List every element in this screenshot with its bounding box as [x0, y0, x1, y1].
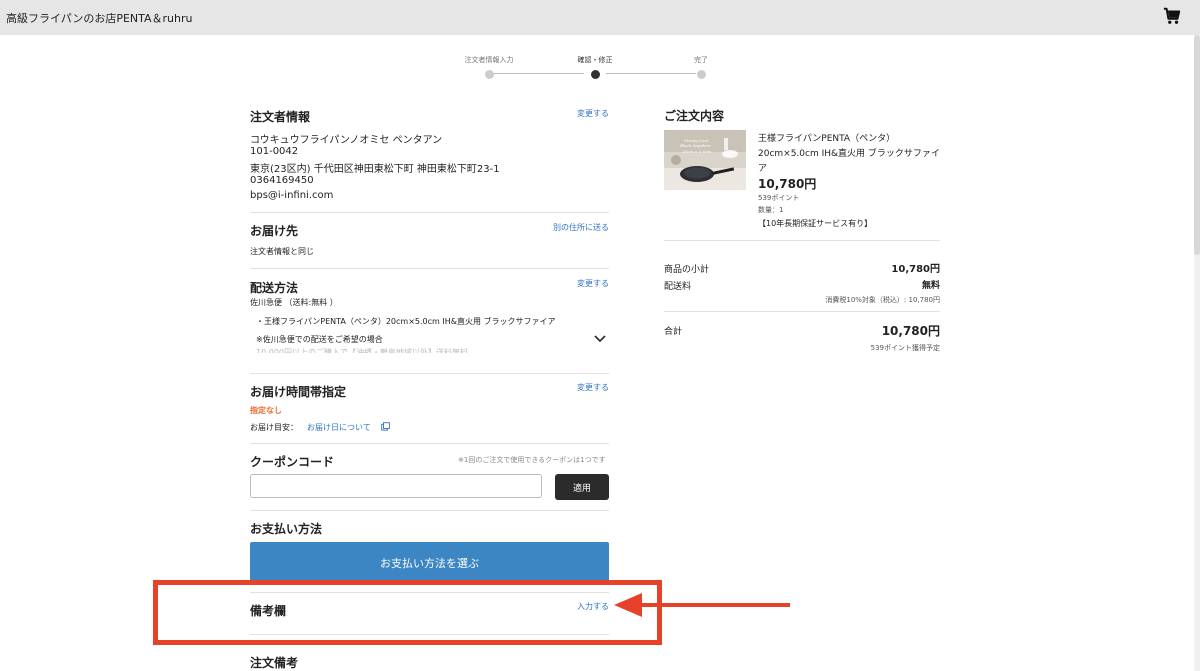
tax-note: 消費税10%対象（税込）: 10,780円	[825, 296, 940, 304]
cart-icon[interactable]	[1163, 7, 1181, 25]
product-thumbnail[interactable]: Strong Love Black Sapphire 20cm × 5.0cm	[664, 130, 746, 190]
thumb-caption-3: 20cm × 5.0cm	[682, 149, 712, 154]
scrollbar-thumb[interactable]	[1194, 35, 1200, 255]
shipping-change-link[interactable]: 変更する	[577, 278, 609, 289]
top-header: 高級フライパンのお店PENTA＆ruhru	[0, 0, 1200, 35]
shop-name[interactable]: 高級フライパンのお店PENTA＆ruhru	[6, 10, 193, 26]
product-price: 10,780円	[758, 177, 817, 191]
step-complete: 完了	[651, 55, 751, 79]
product-points: 539ポイント	[758, 194, 800, 202]
annotation-arrow-icon	[614, 593, 790, 617]
shipping-fee-label: 配送料	[664, 282, 692, 292]
step-dot-active	[590, 70, 600, 79]
coupon-apply-button[interactable]: 適用	[555, 474, 609, 500]
order-summary-title: ご注文内容	[664, 109, 725, 123]
step-order-info: 注文者情報入力	[439, 55, 539, 79]
step-dot	[484, 70, 494, 79]
divider	[664, 240, 940, 241]
subtotal-label: 商品の小計	[664, 265, 710, 275]
shipping-fee-value: 無料	[921, 281, 940, 291]
product-name-line1[interactable]: 王様フライパンPENTA（ペンタ）	[758, 131, 895, 144]
annotation-highlight-box	[153, 580, 662, 645]
shipping-note: ※佐川急便での配送をご希望の場合	[256, 335, 383, 344]
delivery-guide-label: お届け目安：	[250, 423, 298, 432]
step-confirm: 確認・修正	[545, 55, 645, 79]
divider	[250, 212, 609, 213]
coupon-note: ※1回のご注文で使用できるクーポンは1つです	[458, 456, 606, 464]
subtotal-value: 10,780円	[891, 264, 940, 275]
product-name-line2[interactable]: 20cm×5.0cm IH&直火用 ブラックサファイ	[758, 146, 940, 159]
orderer-name: コウキュウフライパンノオミセ ペンタアン	[250, 135, 443, 146]
delivery-time-change-link[interactable]: 変更する	[577, 382, 609, 393]
total-label: 合計	[664, 327, 683, 337]
chevron-down-icon[interactable]	[594, 334, 606, 344]
step-dot	[696, 70, 706, 79]
shipping-method: 佐川急便 （送料:無料 ）	[250, 298, 338, 307]
step-label: 完了	[694, 56, 708, 64]
coupon-title: クーポンコード	[250, 455, 335, 469]
delivery-time-title: お届け時間帯指定	[250, 385, 347, 399]
divider	[250, 443, 609, 444]
divider	[250, 373, 609, 374]
shipping-note-faded: 10,000円以上のご購入で【沖縄・離島地域以外】送料無料	[256, 348, 468, 353]
orderer-postal: 101-0042	[250, 146, 299, 157]
orderer-email: bps@i-infini.com	[250, 190, 334, 201]
orderer-title: 注文者情報	[250, 110, 311, 124]
points-earned: 539ポイント獲得予定	[870, 344, 940, 352]
product-warranty: 【10年長期保証サービス有り】	[758, 219, 873, 228]
external-link-icon[interactable]	[381, 422, 390, 431]
delivery-guide-link[interactable]: お届け日について	[307, 422, 371, 433]
product-quantity: 数量：1	[758, 206, 784, 214]
delivery-time-value: 指定なし	[250, 406, 282, 415]
divider	[250, 268, 609, 269]
delivery-address-value: 注文者情報と同じ	[250, 247, 314, 256]
step-label: 注文者情報入力	[464, 56, 514, 64]
coupon-code-input[interactable]	[250, 474, 542, 498]
orderer-phone: 0364169450	[250, 175, 314, 186]
payment-title: お支払い方法	[250, 522, 323, 536]
shipping-item: ・王様フライパンPENTA（ペンタ）20cm×5.0cm IH&直火用 ブラック…	[256, 317, 556, 326]
step-label: 確認・修正	[577, 56, 613, 64]
product-name-line3[interactable]: ア	[758, 161, 767, 174]
choose-payment-button[interactable]: お支払い方法を選ぶ	[250, 542, 609, 583]
orderer-change-link[interactable]: 変更する	[577, 108, 609, 119]
total-value: 10,780円	[881, 324, 940, 338]
order-notes-title: 注文備考	[250, 656, 299, 670]
divider	[250, 510, 609, 511]
ship-to-other-address-link[interactable]: 別の住所に送る	[553, 222, 609, 233]
shipping-title: 配送方法	[250, 281, 299, 295]
orderer-address: 東京(23区内) 千代田区神田東松下町 神田東松下町23-1	[250, 164, 500, 175]
divider	[664, 311, 940, 312]
thumb-caption-2: Black Sapphire	[680, 143, 711, 148]
delivery-address-title: お届け先	[250, 224, 299, 238]
